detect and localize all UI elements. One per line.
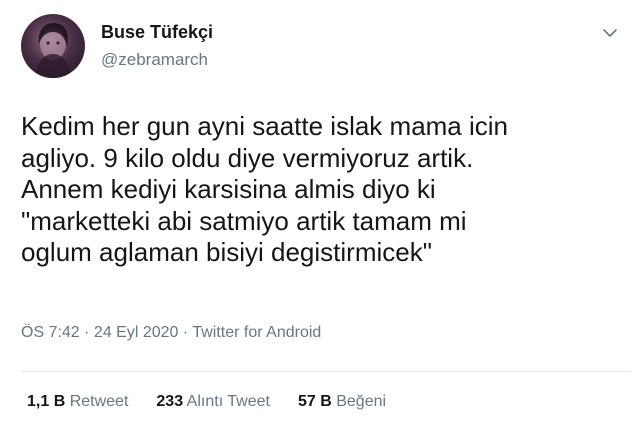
retweet-count: 1,1 B <box>27 393 66 410</box>
tweet-card: Buse Tüfekçi @zebramarch Kedim her gun a… <box>0 0 640 444</box>
like-count: 57 B <box>297 393 332 410</box>
divider <box>21 371 630 372</box>
avatar[interactable] <box>21 14 85 78</box>
avatar-image <box>35 22 71 78</box>
author-display-name[interactable]: Buse Tüfekçi <box>101 22 213 43</box>
chevron-down-icon[interactable] <box>599 22 621 44</box>
quote-count: 233 <box>156 393 184 410</box>
tweet-stats: 1,1 B Retweet 233 Alıntı Tweet 57 B Beğe… <box>27 393 386 411</box>
author-handle[interactable]: @zebramarch <box>101 50 208 70</box>
retweet-stat[interactable]: 1,1 B Retweet <box>27 393 128 411</box>
tweet-text: Kedim her gun ayni saatte islak mama ici… <box>21 111 509 267</box>
like-stat[interactable]: 57 B Beğeni <box>298 393 386 411</box>
retweet-label: Retweet <box>69 393 129 410</box>
like-label: Beğeni <box>336 393 387 410</box>
tweet-timestamp[interactable]: ÖS 7:42 · 24 Eyl 2020 · Twitter for Andr… <box>21 324 321 342</box>
quote-label: Alıntı Tweet <box>186 393 270 410</box>
quote-stat[interactable]: 233 Alıntı Tweet <box>156 393 270 411</box>
